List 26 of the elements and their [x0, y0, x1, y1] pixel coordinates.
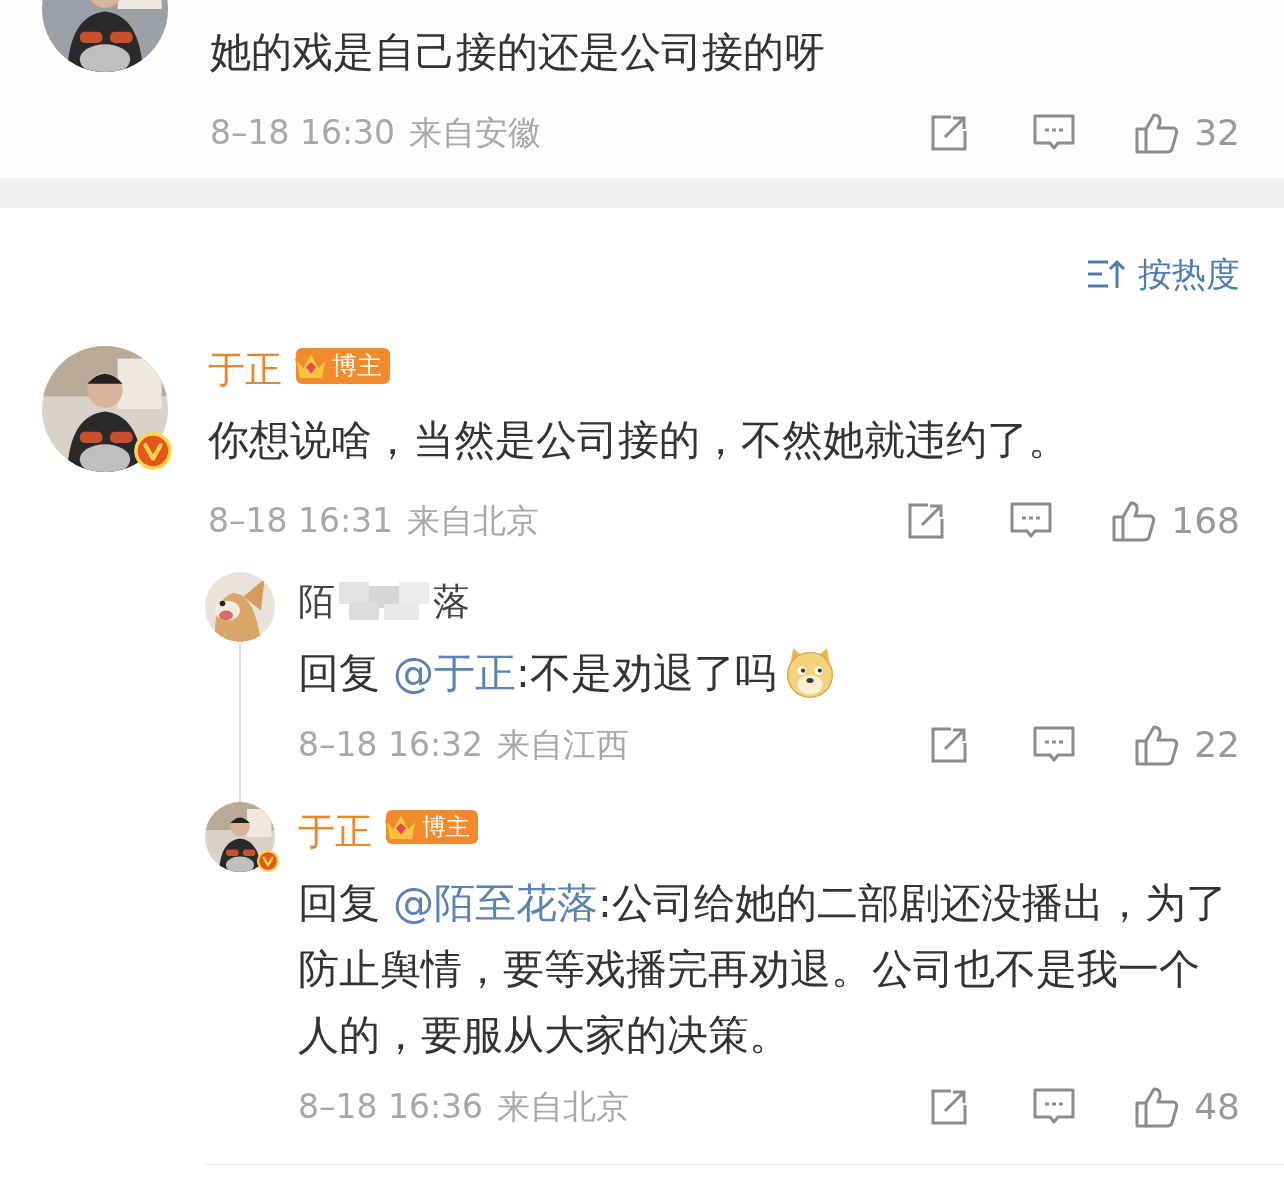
- user-name[interactable]: 陌: [298, 573, 335, 630]
- user-name[interactable]: 于正: [298, 803, 372, 860]
- comment-time: 8–18 16:36: [298, 1085, 484, 1128]
- sort-icon: [1086, 258, 1126, 290]
- comment-time: 8–18 16:32: [298, 723, 484, 766]
- comment-location: 来自安徽: [409, 111, 542, 154]
- blogger-badge: 博主: [296, 348, 390, 384]
- comment-location: 来自北京: [497, 1085, 630, 1128]
- like-count: 32: [1194, 110, 1240, 155]
- comment-time: 8–18 16:31: [208, 499, 394, 542]
- blogger-badge: 博主: [386, 810, 478, 844]
- user-name[interactable]: 于正: [208, 342, 282, 398]
- reply-text: 回复 @陌至花落:公司给她的二部剧还没播出，为了防止舆情，要等戏播完再劝退。公司也不是我一个人的，要服从大家的决策。: [298, 877, 1228, 1061]
- like-count: 168: [1171, 498, 1240, 543]
- user-name[interactable]: 落: [433, 573, 470, 630]
- reply-text: 回复 @于正:不是劝退了吗: [298, 639, 1240, 706]
- comment-text: 她的戏是自己接的还是公司接的呀: [210, 27, 826, 78]
- like-count: 22: [1194, 722, 1240, 767]
- mention-link[interactable]: @于正: [393, 648, 517, 697]
- like-count: 48: [1194, 1084, 1240, 1129]
- comment-text: 你想说啥，当然是公司接的，不然她就违约了。: [208, 415, 1070, 466]
- comment-time: 8–18 16:30: [210, 111, 396, 154]
- comment-location: 来自江西: [497, 723, 630, 766]
- comment-location: 来自北京: [407, 499, 540, 542]
- mention-link[interactable]: @陌至花落: [393, 878, 599, 927]
- sort-button[interactable]: 按热度: [1086, 254, 1240, 294]
